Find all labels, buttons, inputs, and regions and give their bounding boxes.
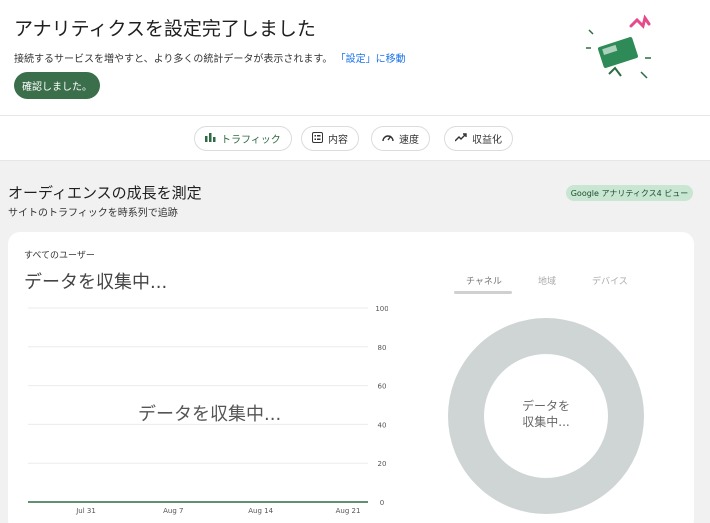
y-tick-label: 0 <box>380 499 384 507</box>
section-subtitle: サイトのトラフィックを時系列で追跡 <box>8 208 178 219</box>
ga4-view-link[interactable]: Google アナリティクス4 ビュー <box>566 185 693 201</box>
setup-complete-banner: アナリティクスを設定完了しました 接続するサービスを増やすと、より多くの統計デー… <box>0 0 710 115</box>
settings-link[interactable]: 「設定」に移動 <box>336 54 406 65</box>
x-tick-label: Jul 31 <box>75 507 96 515</box>
content-list-icon <box>312 131 323 146</box>
x-tick-label: Aug 7 <box>163 507 183 515</box>
chart-collecting-message: データを収集中... <box>138 404 282 425</box>
tab-speed-label: 速度 <box>399 135 419 146</box>
audience-card: すべてのユーザー データを収集中... 0 20 40 60 80 100 Jul 31 Au… <box>8 232 694 523</box>
tab-monetization-label: 収益化 <box>472 135 502 146</box>
banner-title: アナリティクスを設定完了しました <box>14 18 316 40</box>
celebration-illustration <box>586 14 651 79</box>
tab-device[interactable]: デバイス <box>592 274 628 287</box>
x-tick-label: Aug 14 <box>248 507 273 515</box>
y-tick-label: 100 <box>375 305 388 313</box>
tab-speed[interactable]: 速度 <box>371 126 430 151</box>
banner-description-text: 接続するサービスを増やすと、より多くの統計データが表示されます。 <box>14 54 333 65</box>
donut-text-line-2: 収集中... <box>522 415 570 429</box>
collecting-data-headline: データを収集中... <box>24 272 168 293</box>
tab-content[interactable]: 内容 <box>301 126 359 151</box>
tab-traffic[interactable]: トラフィック <box>194 126 292 151</box>
bar-chart-icon <box>205 132 216 145</box>
trending-up-icon <box>454 132 467 145</box>
tab-channel[interactable]: チャネル <box>466 274 502 287</box>
y-tick-label: 80 <box>378 344 387 352</box>
tab-content-label: 内容 <box>328 135 348 146</box>
donut-collecting-message: データを 収集中... <box>496 398 596 430</box>
y-tick-label: 60 <box>378 383 387 391</box>
tab-traffic-label: トラフィック <box>221 135 281 146</box>
section-title: オーディエンスの成長を測定 <box>8 184 202 202</box>
tab-region[interactable]: 地域 <box>538 274 556 287</box>
speedometer-icon <box>382 132 394 146</box>
banner-description: 接続するサービスを増やすと、より多くの統計データが表示されます。 「設定」に移動 <box>14 50 406 65</box>
y-tick-label: 40 <box>378 421 387 429</box>
x-tick-label: Aug 21 <box>336 507 361 515</box>
active-tab-indicator <box>454 291 512 294</box>
y-tick-label: 20 <box>378 460 387 468</box>
donut-text-line-1: データを <box>521 399 570 413</box>
all-users-label: すべてのユーザー <box>24 251 95 261</box>
acknowledge-button[interactable]: 確認しました。 <box>14 72 100 99</box>
report-tabs: トラフィック 内容 速度 収益化 <box>0 115 710 161</box>
tab-monetization[interactable]: 収益化 <box>444 126 513 151</box>
